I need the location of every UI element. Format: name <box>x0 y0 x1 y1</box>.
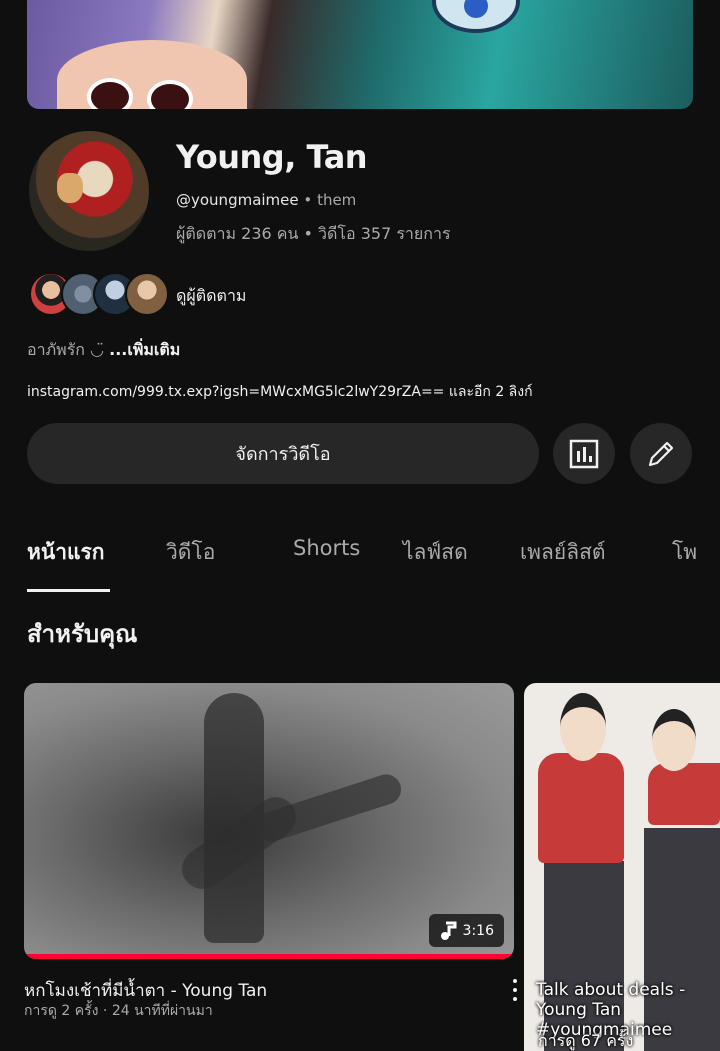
analytics-button[interactable] <box>553 423 615 484</box>
tab-home[interactable]: หน้าแรก <box>27 536 105 569</box>
channel-stats: ผู้ติดตาม 236 คน • วิดีโอ 357 รายการ <box>176 224 451 243</box>
more-options-icon[interactable] <box>505 977 525 1003</box>
channel-tabs: หน้าแรก วิดีโอ Shorts ไลฟ์สด เพลย์ลิสต์ … <box>0 516 720 592</box>
view-subscribers-link[interactable]: ดูผู้ติดตาม <box>176 284 246 309</box>
duration-text: 3:16 <box>462 922 494 939</box>
manage-videos-label: จัดการวิดีโอ <box>235 444 331 465</box>
channel-bio[interactable]: อาภัพรัก ◡̈ ...เพิ่มเติม <box>27 338 180 363</box>
active-tab-indicator <box>27 589 110 592</box>
channel-pronoun: them <box>317 191 357 209</box>
tab-videos[interactable]: วิดีโอ <box>166 536 215 569</box>
bar-chart-icon <box>569 439 599 468</box>
short-views: การดู 67 ครั้ง <box>538 1031 634 1050</box>
duration-badge: 3:16 <box>428 914 504 947</box>
section-title: สำหรับคุณ <box>27 620 138 648</box>
video-thumbnail[interactable]: 3:16 <box>24 683 514 959</box>
channel-links[interactable]: instagram.com/999.tx.exp?igsh=MWcxMG5lc2… <box>27 381 533 403</box>
video-meta: การดู 2 ครั้ง · 24 นาทีที่ผ่านมา <box>24 1003 213 1019</box>
channel-name: Young, Tan <box>176 138 368 176</box>
edit-channel-button[interactable] <box>630 423 692 484</box>
tab-shorts[interactable]: Shorts <box>293 536 360 560</box>
pronoun-separator: • <box>303 191 313 209</box>
tab-live[interactable]: ไลฟ์สด <box>403 536 468 569</box>
manage-videos-button[interactable]: จัดการวิดีโอ <box>27 423 539 484</box>
bio-text: อาภัพรัก ◡̈ <box>27 340 110 359</box>
channel-handle: @youngmaimee <box>176 191 299 209</box>
short-thumbnail[interactable]: Talk about deals - Young Tan #youngmaime… <box>524 683 720 1051</box>
channel-banner <box>27 0 693 109</box>
channel-handle-row: @youngmaimee • them <box>176 191 356 209</box>
tab-playlists[interactable]: เพลย์ลิสต์ <box>520 536 606 569</box>
tab-posts[interactable]: โพ <box>672 536 697 569</box>
watch-progress-bar <box>24 954 514 959</box>
pencil-icon <box>648 441 674 466</box>
subscriber-avatar <box>125 272 169 316</box>
bio-more-link[interactable]: ...เพิ่มเติม <box>109 340 180 359</box>
channel-avatar[interactable] <box>29 131 149 251</box>
subscriber-avatars[interactable] <box>29 272 169 316</box>
music-note-icon <box>440 921 457 940</box>
